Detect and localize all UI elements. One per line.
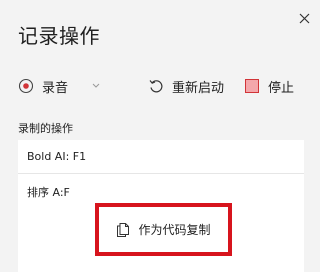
restart-icon xyxy=(148,78,164,94)
action-label: Bold AI: F1 xyxy=(27,150,87,163)
stop-button[interactable]: 停止 xyxy=(244,74,294,98)
stop-icon xyxy=(244,78,260,94)
copy-document-icon xyxy=(116,222,130,238)
list-item[interactable]: Bold AI: F1 xyxy=(18,140,304,174)
chevron-down-icon xyxy=(92,83,100,89)
copy-as-code-button[interactable]: 作为代码复制 xyxy=(95,203,232,256)
restart-label: 重新启动 xyxy=(172,80,225,96)
stop-label: 停止 xyxy=(268,80,295,96)
toolbar: 录音 重新启动 停止 xyxy=(18,74,308,98)
record-icon xyxy=(18,78,34,94)
recorded-actions-label: 录制的操作 xyxy=(18,122,73,135)
close-icon xyxy=(299,13,309,23)
record-button[interactable]: 录音 xyxy=(18,74,100,98)
restart-button[interactable]: 重新启动 xyxy=(148,74,224,98)
close-button[interactable] xyxy=(295,9,313,27)
panel-title: 记录操作 xyxy=(18,24,100,48)
copy-label: 作为代码复制 xyxy=(138,223,211,237)
action-label: 排序 A:F xyxy=(27,186,70,199)
record-label: 录音 xyxy=(42,80,69,96)
